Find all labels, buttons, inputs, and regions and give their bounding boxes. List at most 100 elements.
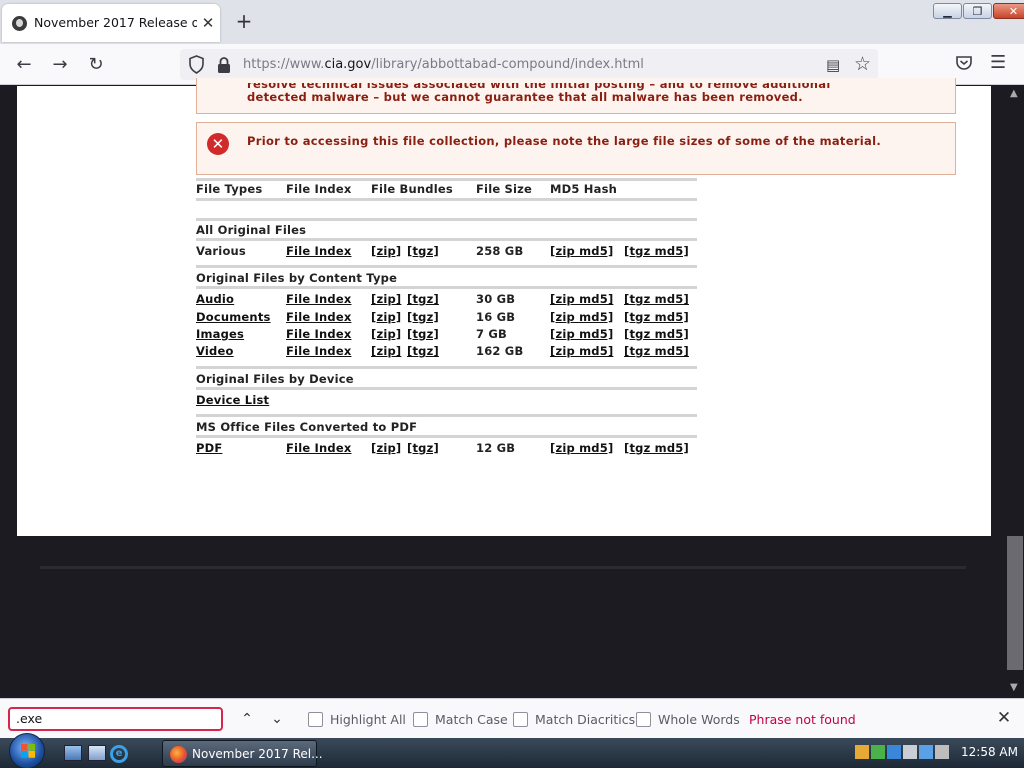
- tray-app-icon[interactable]: [887, 745, 901, 759]
- file-type-link[interactable]: Images: [196, 327, 244, 341]
- start-button-windows-icon[interactable]: [9, 733, 45, 768]
- zip-bundle-link[interactable]: [zip]: [371, 344, 401, 358]
- file-type-link[interactable]: Audio: [196, 292, 234, 306]
- reader-view-icon[interactable]: ▤: [826, 56, 840, 74]
- tgz-md5-link[interactable]: [tgz md5]: [624, 327, 689, 341]
- content-viewport: resolve technical issues associated with…: [0, 78, 1024, 698]
- tgz-md5-link[interactable]: [tgz md5]: [624, 344, 689, 358]
- internet-explorer-icon[interactable]: e: [110, 745, 128, 763]
- find-bar: .exe ⌃ ⌄ Highlight All Match Case Match …: [0, 698, 1024, 738]
- window-switcher-icon[interactable]: [88, 745, 106, 761]
- taskbar-firefox-window[interactable]: November 2017 Rel...: [162, 740, 323, 767]
- volume-muted-icon[interactable]: [935, 745, 949, 759]
- back-icon[interactable]: ←: [12, 53, 36, 77]
- pocket-icon[interactable]: [955, 54, 973, 72]
- forward-icon[interactable]: →: [48, 53, 72, 77]
- zip-bundle-link[interactable]: [zip]: [371, 327, 401, 341]
- find-input[interactable]: .exe: [8, 707, 223, 731]
- file-size: 30 GB: [476, 292, 516, 307]
- file-type-link[interactable]: Video: [196, 344, 234, 358]
- match-diacritics-label[interactable]: Match Diacritics: [535, 712, 635, 727]
- tgz-md5-link[interactable]: [tgz md5]: [624, 441, 689, 455]
- file-size-notice-text: Prior to accessing this file collection,…: [247, 134, 881, 148]
- table-divider: [196, 218, 697, 221]
- screen: November 2017 Release of Abbottabad ✕ + …: [0, 0, 1024, 768]
- file-type-link[interactable]: PDF: [196, 441, 222, 455]
- footer-divider: [40, 566, 966, 569]
- file-index-link[interactable]: File Index: [286, 292, 351, 306]
- new-tab-button[interactable]: +: [233, 10, 255, 32]
- malware-notice: resolve technical issues associated with…: [196, 78, 956, 114]
- match-diacritics-checkbox[interactable]: [513, 712, 528, 727]
- tgz-bundle-link[interactable]: [tgz]: [407, 310, 439, 324]
- tracking-shield-icon[interactable]: [188, 55, 205, 74]
- hamburger-menu-icon[interactable]: ☰: [990, 52, 1006, 73]
- zip-md5-link[interactable]: [zip md5]: [550, 292, 613, 306]
- tgz-md5-link[interactable]: [tgz md5]: [624, 292, 689, 306]
- window-close-button[interactable]: ✕: [993, 3, 1024, 19]
- match-case-checkbox[interactable]: [413, 712, 428, 727]
- file-index-link[interactable]: File Index: [286, 310, 351, 324]
- tray-app-icon[interactable]: [871, 745, 885, 759]
- zip-md5-link[interactable]: [zip md5]: [550, 327, 613, 341]
- zip-bundle-link[interactable]: [zip]: [371, 292, 401, 306]
- close-tab-icon[interactable]: ✕: [199, 14, 217, 32]
- file-index-link[interactable]: File Index: [286, 327, 351, 341]
- site-favicon-icon: [12, 16, 27, 31]
- network-icon[interactable]: [919, 745, 933, 759]
- restore-button[interactable]: ❐: [963, 3, 992, 19]
- browser-tab[interactable]: November 2017 Release of Abbottabad ✕: [2, 4, 220, 42]
- table-divider: [196, 365, 697, 369]
- file-type-label: Various: [196, 244, 246, 258]
- find-previous-icon[interactable]: ⌃: [236, 707, 258, 731]
- whole-words-label[interactable]: Whole Words: [658, 712, 740, 727]
- scroll-down-icon[interactable]: ▼: [1010, 682, 1018, 693]
- tray-app-icon[interactable]: [903, 745, 917, 759]
- highlight-all-label[interactable]: Highlight All: [330, 712, 406, 727]
- tab-title: November 2017 Release of Abbottabad: [34, 15, 197, 30]
- zip-md5-link[interactable]: [zip md5]: [550, 310, 613, 324]
- tgz-bundle-link[interactable]: [tgz]: [407, 441, 439, 455]
- bookmark-star-icon[interactable]: ☆: [854, 53, 871, 75]
- close-find-bar-icon[interactable]: ✕: [994, 708, 1014, 728]
- find-next-icon[interactable]: ⌄: [266, 707, 288, 731]
- whole-words-checkbox[interactable]: [636, 712, 651, 727]
- lock-icon[interactable]: [216, 56, 232, 74]
- scroll-up-icon[interactable]: ▲: [1010, 88, 1018, 99]
- header-file-size: File Size: [476, 182, 533, 196]
- tgz-bundle-link[interactable]: [tgz]: [407, 292, 439, 306]
- highlight-all-checkbox[interactable]: [308, 712, 323, 727]
- tgz-bundle-link[interactable]: [tgz]: [407, 344, 439, 358]
- window-controls: ▁ ❐ ✕: [933, 3, 1024, 20]
- vertical-scrollbar[interactable]: ▲ ▼: [1006, 86, 1024, 698]
- url-bar[interactable]: https://www.cia.gov/library/abbottabad-c…: [180, 49, 878, 80]
- taskbar-clock[interactable]: 12:58 AM: [961, 745, 1018, 759]
- zip-md5-link[interactable]: [zip md5]: [550, 441, 613, 455]
- tgz-bundle-link[interactable]: [tgz]: [407, 244, 439, 258]
- tgz-md5-link[interactable]: [tgz md5]: [624, 244, 689, 258]
- file-index-link[interactable]: File Index: [286, 244, 351, 258]
- reload-icon[interactable]: ↻: [84, 53, 108, 77]
- file-index-link[interactable]: File Index: [286, 441, 351, 455]
- file-index-link[interactable]: File Index: [286, 344, 351, 358]
- url-text[interactable]: https://www.cia.gov/library/abbottabad-c…: [243, 57, 644, 72]
- malware-notice-line2: detected malware – but we cannot guarant…: [247, 90, 803, 104]
- tgz-md5-link[interactable]: [tgz md5]: [624, 310, 689, 324]
- show-desktop-icon[interactable]: [64, 745, 82, 761]
- zip-bundle-link[interactable]: [zip]: [371, 310, 401, 324]
- tray-app-icon[interactable]: [855, 745, 869, 759]
- file-size: 12 GB: [476, 440, 516, 455]
- zip-md5-link[interactable]: [zip md5]: [550, 244, 613, 258]
- zip-md5-link[interactable]: [zip md5]: [550, 344, 613, 358]
- match-case-label[interactable]: Match Case: [435, 712, 508, 727]
- device-list-link[interactable]: Device List: [196, 393, 269, 407]
- find-status: Phrase not found: [749, 712, 856, 727]
- zip-bundle-link[interactable]: [zip]: [371, 244, 401, 258]
- table-divider: [196, 386, 697, 390]
- file-type-link[interactable]: Documents: [196, 310, 271, 324]
- minimize-button[interactable]: ▁: [933, 3, 962, 19]
- scrollbar-thumb[interactable]: [1007, 536, 1023, 670]
- zip-bundle-link[interactable]: [zip]: [371, 441, 401, 455]
- header-file-types: File Types: [196, 182, 263, 196]
- tgz-bundle-link[interactable]: [tgz]: [407, 327, 439, 341]
